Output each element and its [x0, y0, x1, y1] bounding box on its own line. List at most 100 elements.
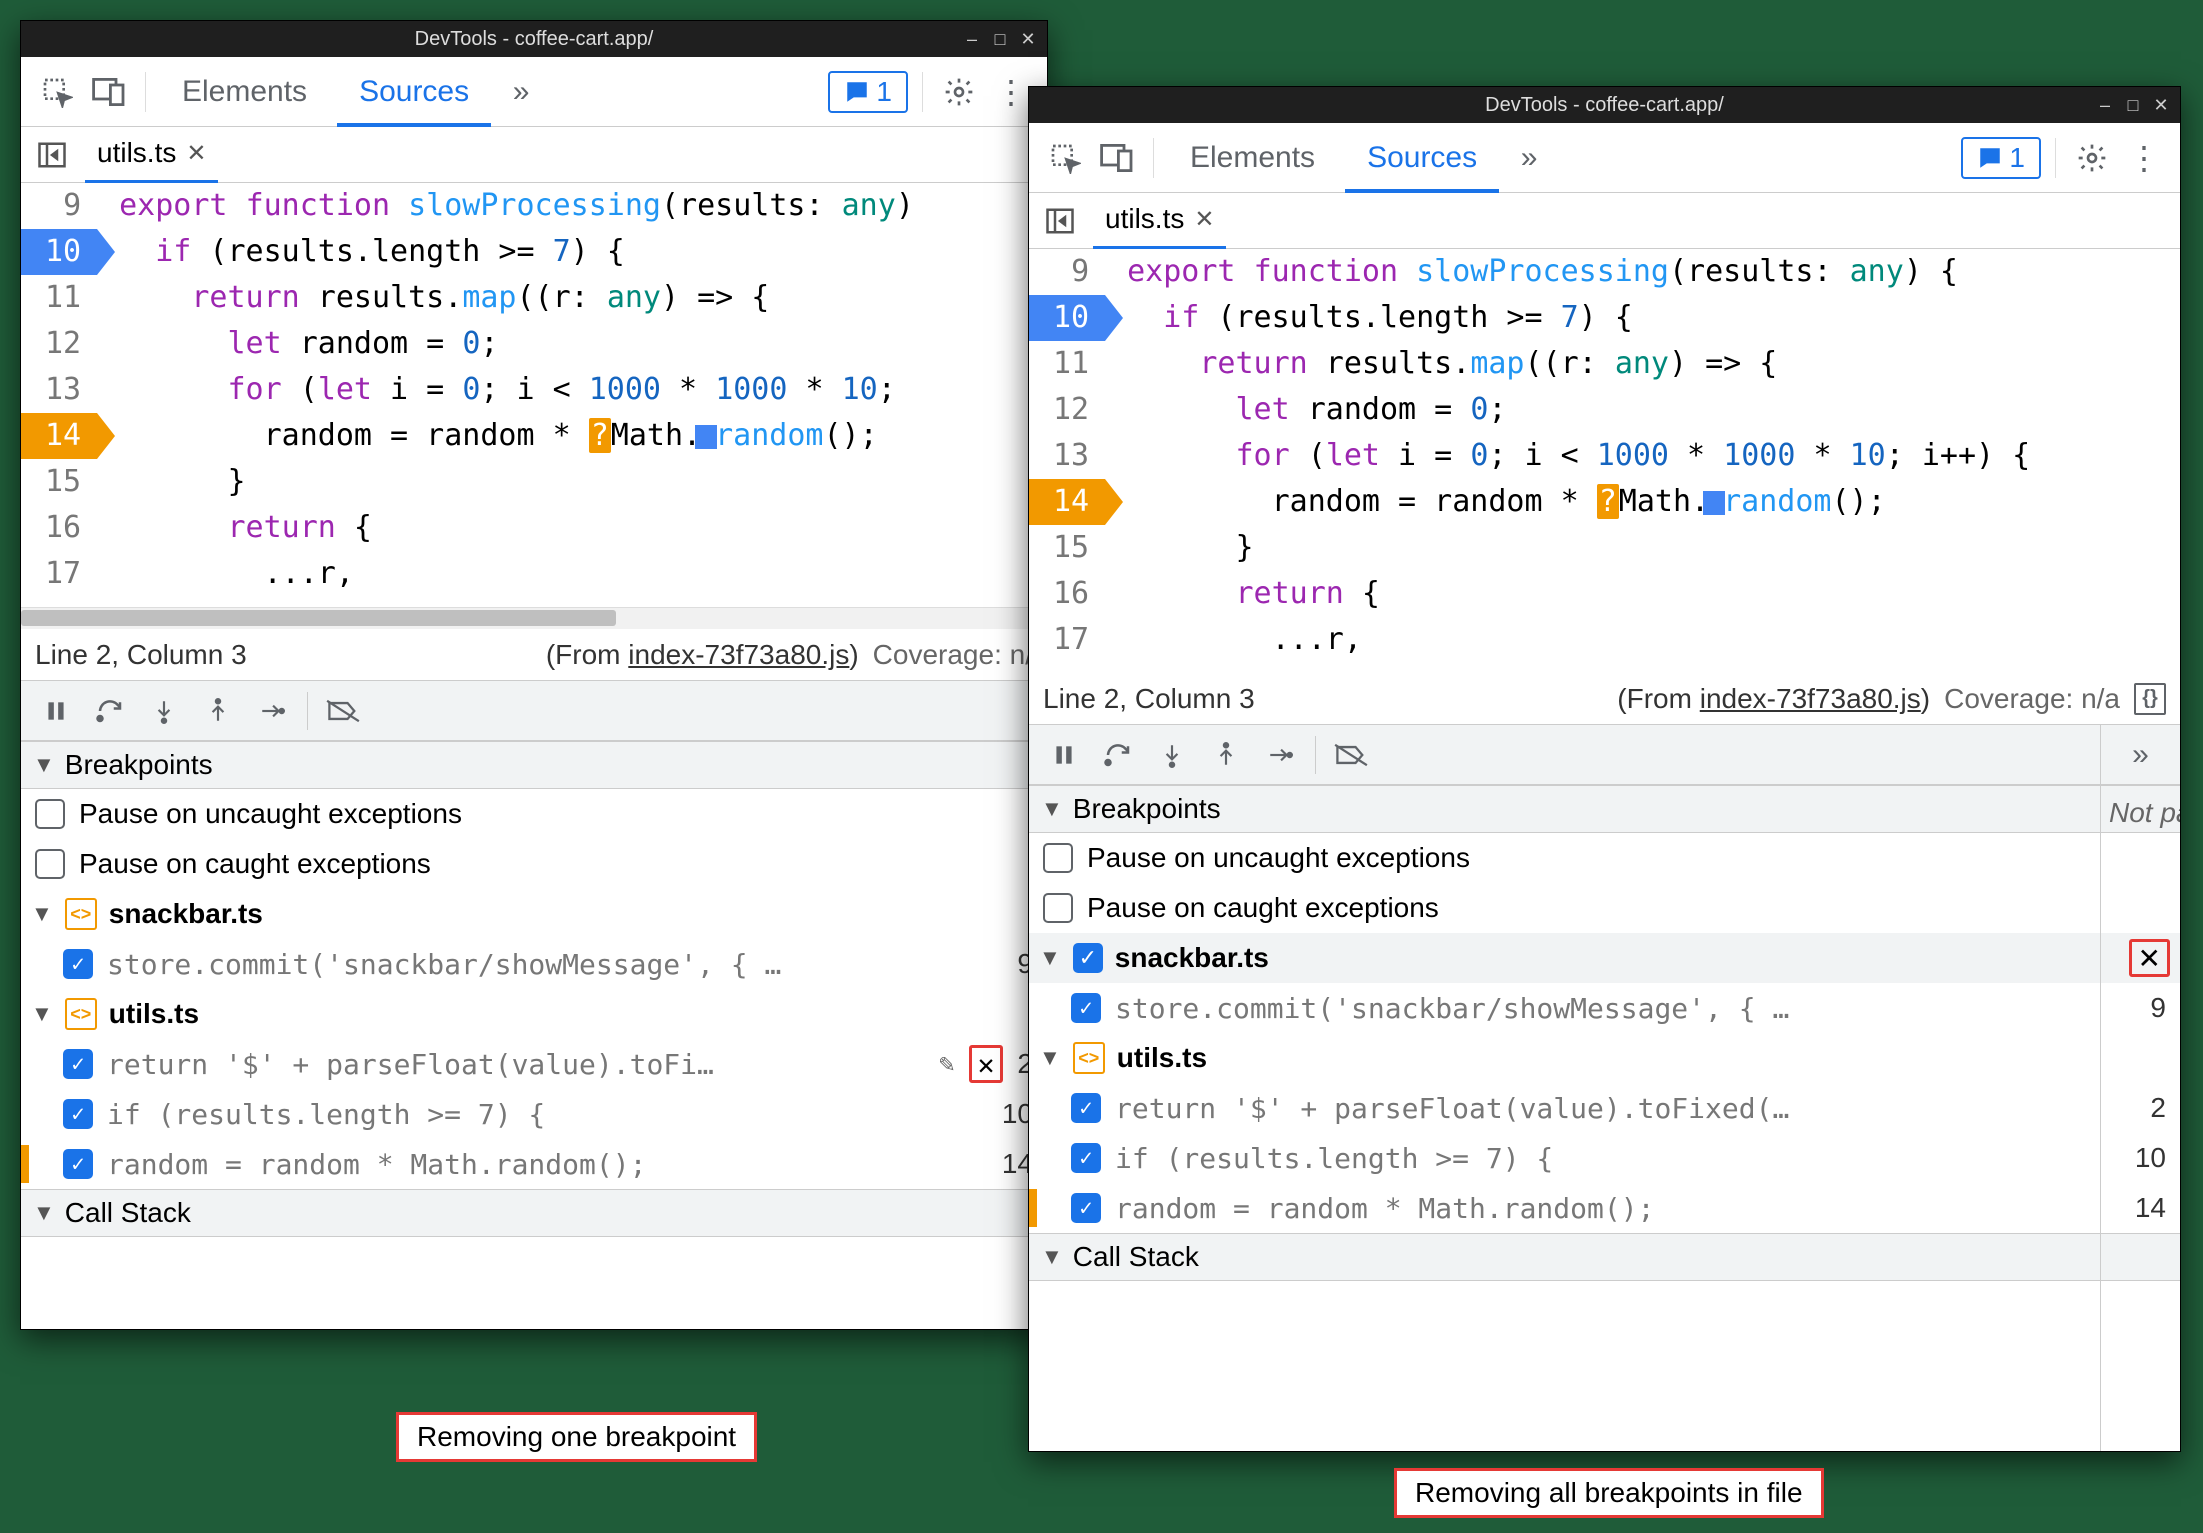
device-toolbar-icon[interactable] — [87, 70, 131, 114]
line-number[interactable]: 15 — [1029, 525, 1105, 571]
code-body[interactable]: export function slowProcessing(results: … — [1105, 249, 2030, 673]
line-gutter[interactable]: 9 10 11 12 13 14 15 16 17 — [21, 183, 97, 607]
close-tab-icon[interactable]: ✕ — [1194, 205, 1214, 234]
breakpoint-item-conditional[interactable]: ✓ random = random * Math.random(); 14 — [21, 1139, 1047, 1189]
tab-elements[interactable]: Elements — [160, 57, 329, 127]
bp-file-group[interactable]: ▼ <> utils.ts — [21, 989, 1047, 1039]
checkbox-checked[interactable]: ✓ — [1071, 1193, 1101, 1223]
line-number-conditional-bp[interactable]: 14 — [21, 413, 97, 459]
checkbox-checked[interactable]: ✓ — [1073, 943, 1103, 973]
section-breakpoints[interactable]: ▼ Breakpoints — [1029, 785, 2180, 833]
close-icon[interactable]: ✕ — [2150, 94, 2172, 116]
line-number[interactable]: 9 — [21, 183, 97, 229]
settings-icon[interactable] — [937, 70, 981, 114]
source-map-info[interactable]: (From index-73f73a80.js) — [546, 639, 859, 671]
device-toolbar-icon[interactable] — [1095, 136, 1139, 180]
breakpoint-item-conditional[interactable]: ✓ random = random * Math.random(); 14 — [1029, 1183, 2180, 1233]
pause-uncaught-row[interactable]: Pause on uncaught exceptions — [21, 789, 1047, 839]
checkbox-checked[interactable]: ✓ — [1071, 1143, 1101, 1173]
more-tabs-icon[interactable]: » — [499, 70, 543, 114]
breakpoint-item[interactable]: ✓ if (results.length >= 7) { 10 — [1029, 1133, 2180, 1183]
close-icon[interactable]: ✕ — [1017, 28, 1039, 50]
line-number[interactable]: 17 — [21, 551, 97, 597]
minimize-icon[interactable]: – — [2094, 94, 2116, 116]
checkbox-checked[interactable]: ✓ — [63, 1099, 93, 1129]
breakpoint-item[interactable]: ✓ store.commit('snackbar/showMessage', {… — [21, 939, 1047, 989]
checkbox-checked[interactable]: ✓ — [63, 1049, 93, 1079]
code-editor[interactable]: 9 10 11 12 13 14 15 16 17 export functio… — [1029, 249, 2180, 673]
kebab-menu-icon[interactable]: ⋮ — [2122, 136, 2166, 180]
line-number[interactable]: 16 — [1029, 571, 1105, 617]
line-number-conditional-bp[interactable]: 14 — [1029, 479, 1105, 525]
checkbox-checked[interactable]: ✓ — [1071, 1093, 1101, 1123]
line-number[interactable]: 9 — [1029, 249, 1105, 295]
more-panels-icon[interactable]: » — [2101, 725, 2180, 785]
line-number-breakpoint[interactable]: 10 — [21, 229, 97, 275]
line-number[interactable]: 13 — [1029, 433, 1105, 479]
file-tab-utils[interactable]: utils.ts ✕ — [85, 127, 218, 183]
step-out-icon[interactable] — [1203, 732, 1249, 778]
line-number[interactable]: 15 — [21, 459, 97, 505]
step-over-icon[interactable] — [1095, 732, 1141, 778]
remove-breakpoint-icon[interactable]: ✕ — [978, 1048, 995, 1081]
line-number[interactable]: 13 — [21, 367, 97, 413]
navigator-toggle-icon[interactable] — [33, 136, 71, 174]
more-tabs-icon[interactable]: » — [1507, 136, 1551, 180]
line-number[interactable]: 12 — [21, 321, 97, 367]
line-number[interactable]: 12 — [1029, 387, 1105, 433]
file-tab-utils[interactable]: utils.ts ✕ — [1093, 193, 1226, 249]
inspect-element-icon[interactable] — [35, 70, 79, 114]
bp-file-group-hover[interactable]: ▼ ✓ snackbar.ts ✕ — [1029, 933, 2180, 983]
deactivate-breakpoints-icon[interactable] — [320, 688, 366, 734]
checkbox[interactable] — [35, 849, 65, 879]
minimize-icon[interactable]: – — [961, 28, 983, 50]
step-over-icon[interactable] — [87, 688, 133, 734]
checkbox-checked[interactable]: ✓ — [1071, 993, 1101, 1023]
checkbox[interactable] — [35, 799, 65, 829]
breakpoint-item-hover[interactable]: ✓ return '$' + parseFloat(value).toFi… ✎… — [21, 1039, 1047, 1089]
step-into-icon[interactable] — [141, 688, 187, 734]
section-callstack[interactable]: ▼ Call Stack — [1029, 1233, 2180, 1281]
maximize-icon[interactable]: □ — [2122, 94, 2144, 116]
line-number[interactable]: 16 — [21, 505, 97, 551]
breakpoint-item[interactable]: ✓ if (results.length >= 7) { 10 — [21, 1089, 1047, 1139]
console-messages-button[interactable]: 1 — [1961, 137, 2041, 179]
pause-uncaught-row[interactable]: Pause on uncaught exceptions — [1029, 833, 2180, 883]
line-number-breakpoint[interactable]: 10 — [1029, 295, 1105, 341]
settings-icon[interactable] — [2070, 136, 2114, 180]
step-into-icon[interactable] — [1149, 732, 1195, 778]
code-editor[interactable]: 9 10 11 12 13 14 15 16 17 export functio… — [21, 183, 1047, 607]
breakpoint-item[interactable]: ✓ return '$' + parseFloat(value).toFixed… — [1029, 1083, 2180, 1133]
checkbox-checked[interactable]: ✓ — [63, 949, 93, 979]
kebab-menu-icon[interactable]: ⋮ — [989, 70, 1033, 114]
edit-breakpoint-icon[interactable]: ✎ — [939, 1049, 955, 1079]
pause-icon[interactable] — [1041, 732, 1087, 778]
maximize-icon[interactable]: □ — [989, 28, 1011, 50]
tab-sources[interactable]: Sources — [1345, 123, 1499, 193]
bp-file-group[interactable]: ▼ <> utils.ts — [1029, 1033, 2180, 1083]
section-callstack[interactable]: ▼ Call Stack — [21, 1189, 1047, 1237]
titlebar[interactable]: DevTools - coffee-cart.app/ – □ ✕ — [21, 21, 1047, 57]
checkbox[interactable] — [1043, 843, 1073, 873]
pause-icon[interactable] — [33, 688, 79, 734]
line-number[interactable]: 17 — [1029, 617, 1105, 663]
inspect-element-icon[interactable] — [1043, 136, 1087, 180]
pause-caught-row[interactable]: Pause on caught exceptions — [21, 839, 1047, 889]
line-number[interactable]: 11 — [21, 275, 97, 321]
deactivate-breakpoints-icon[interactable] — [1328, 732, 1374, 778]
tab-elements[interactable]: Elements — [1168, 123, 1337, 193]
console-messages-button[interactable]: 1 — [828, 71, 908, 113]
checkbox[interactable] — [1043, 893, 1073, 923]
code-body[interactable]: export function slowProcessing(results: … — [97, 183, 914, 607]
horizontal-scrollbar[interactable] — [21, 607, 1047, 629]
pretty-print-icon[interactable]: {} — [2134, 683, 2166, 715]
section-breakpoints[interactable]: ▼ Breakpoints — [21, 741, 1047, 789]
source-map-info[interactable]: (From index-73f73a80.js) — [1617, 683, 1930, 715]
navigator-toggle-icon[interactable] — [1041, 202, 1079, 240]
checkbox-checked[interactable]: ✓ — [63, 1149, 93, 1179]
titlebar[interactable]: DevTools - coffee-cart.app/ – □ ✕ — [1029, 87, 2180, 123]
bp-file-group[interactable]: ▼ <> snackbar.ts — [21, 889, 1047, 939]
step-icon[interactable] — [1257, 732, 1303, 778]
line-gutter[interactable]: 9 10 11 12 13 14 15 16 17 — [1029, 249, 1105, 673]
tab-sources[interactable]: Sources — [337, 57, 491, 127]
